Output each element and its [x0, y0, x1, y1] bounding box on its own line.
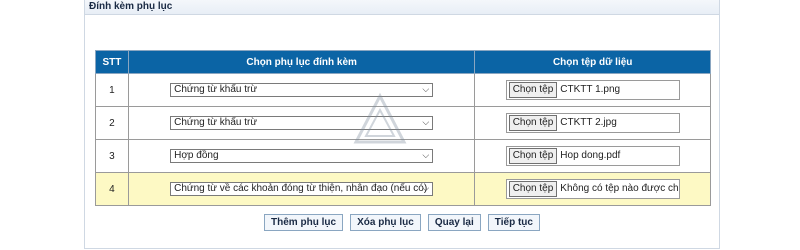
chevron-down-icon: ⌵	[422, 84, 430, 94]
file-input[interactable]: Chọn tệp Hop dong.pdf	[505, 146, 680, 166]
chevron-down-icon: ⌵	[422, 117, 430, 127]
action-bar: Thêm phụ lục Xóa phụ lục Quay lại Tiếp t…	[85, 214, 719, 231]
add-appendix-button[interactable]: Thêm phụ lục	[264, 214, 344, 231]
file-name: CTKTT 1.png	[560, 84, 621, 95]
row-stt: 3	[95, 139, 129, 173]
back-button[interactable]: Quay lại	[427, 214, 481, 231]
header-stt: STT	[95, 50, 129, 74]
header-appendix: Chọn phụ lục đính kèm	[127, 50, 476, 74]
appendix-select[interactable]: Chứng từ về các khoản đóng từ thiện, nhâ…	[170, 182, 434, 196]
file-input[interactable]: Chọn tệp CTKTT 1.png	[505, 80, 680, 100]
appendix-select-value: Chứng từ về các khoản đóng từ thiện, nhâ…	[174, 183, 428, 194]
file-name: Không có tệp nào được chọn	[560, 183, 680, 194]
row-stt: 1	[95, 73, 129, 107]
appendix-select-value: Chứng từ khấu trừ	[174, 117, 258, 128]
choose-file-button[interactable]: Chọn tệp	[508, 181, 558, 197]
file-name: Hop dong.pdf	[560, 150, 621, 161]
choose-file-button[interactable]: Chọn tệp	[508, 82, 558, 98]
row-stt: 4	[95, 172, 129, 206]
table-row: 4 Chứng từ về các khoản đóng từ thiện, n…	[95, 172, 711, 206]
file-input[interactable]: Chọn tệp Không có tệp nào được chọn	[505, 179, 680, 199]
choose-file-button[interactable]: Chọn tệp	[508, 115, 558, 131]
file-input[interactable]: Chọn tệp CTKTT 2.jpg	[505, 113, 680, 133]
continue-button[interactable]: Tiếp tục	[487, 214, 540, 231]
chevron-down-icon: ⌵	[422, 183, 430, 193]
delete-appendix-button[interactable]: Xóa phụ lục	[350, 214, 421, 231]
file-name: CTKTT 2.jpg	[560, 117, 617, 128]
logo-watermark-icon	[353, 92, 407, 144]
choose-file-button[interactable]: Chọn tệp	[508, 148, 558, 164]
chevron-down-icon: ⌵	[422, 150, 430, 160]
panel-title: Đính kèm phụ lục	[85, 0, 719, 15]
appendix-select-value: Hợp đồng	[174, 150, 219, 161]
appendix-select-value: Chứng từ khấu trừ	[174, 84, 258, 95]
header-file: Chọn tệp dữ liệu	[474, 50, 711, 74]
row-stt: 2	[95, 106, 129, 140]
